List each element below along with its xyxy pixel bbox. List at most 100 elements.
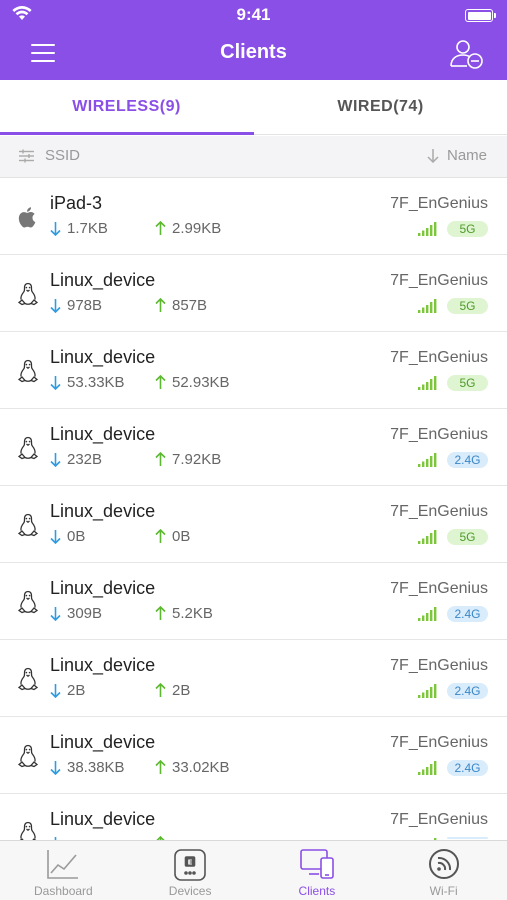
sort-down-arrow-icon	[427, 149, 439, 163]
client-name: Linux_device	[50, 578, 156, 598]
tabbar-label: Clients	[298, 884, 336, 898]
download-amount: 53.33KB	[50, 374, 125, 391]
upload-arrow-icon	[155, 683, 166, 697]
download-arrow-icon	[50, 222, 61, 236]
client-row[interactable]: Linux_device 7F_EnGenius	[0, 794, 507, 840]
client-row[interactable]: iPad-3 1.7KB 2.99KB 7F_EnGenius 5G	[0, 178, 507, 255]
upload-value: 52.93KB	[172, 374, 230, 391]
client-ssid: 7F_EnGenius	[390, 426, 488, 443]
upload-amount: 857B	[155, 297, 207, 314]
client-row[interactable]: Linux_device 38.38KB 33.02KB 7F_EnGenius 2.4…	[0, 717, 507, 794]
client-row[interactable]: Linux_device 53.33KB 52.93KB 7F_EnGenius 5G	[0, 332, 507, 409]
download-amount: 1.7KB	[50, 220, 108, 237]
remove-user-button[interactable]	[449, 38, 485, 70]
client-name: Linux_device	[50, 732, 156, 752]
client-ssid: 7F_EnGenius	[390, 734, 488, 751]
client-row[interactable]: Linux_device 232B 7.92KB 7F_EnGenius 2.4G	[0, 409, 507, 486]
client-ssid: 7F_EnGenius	[390, 580, 488, 597]
tabbar-dashboard[interactable]: Dashboard	[0, 841, 127, 900]
upload-amount: 5.2KB	[155, 605, 213, 622]
sort-left-label: SSID	[45, 147, 81, 164]
tabbar-clients[interactable]: Clients	[254, 841, 381, 900]
band-badge: 5G	[447, 529, 488, 545]
tabbar-label: Dashboard	[34, 884, 93, 898]
download-amount: 232B	[50, 451, 102, 468]
linux-icon	[17, 590, 39, 614]
upload-arrow-icon	[155, 221, 166, 235]
page-title: Clients	[220, 41, 287, 63]
client-row[interactable]: Linux_device 309B 5.2KB 7F_EnGenius 2.4G	[0, 563, 507, 640]
upload-arrow-icon	[155, 375, 166, 389]
tab-wireless[interactable]: WIRELESS(9)	[0, 80, 253, 134]
tabbar-wifi[interactable]: Wi-Fi	[380, 841, 507, 900]
linux-icon	[17, 359, 39, 383]
signal-strength-icon	[418, 376, 437, 390]
upload-value: 0B	[172, 528, 191, 545]
upload-amount: 52.93KB	[155, 374, 230, 391]
ssid-filter-button[interactable]: SSID	[18, 147, 80, 164]
clients-icon	[300, 849, 334, 879]
band-badge: 2.4G	[447, 452, 488, 468]
download-value: 2B	[67, 682, 86, 699]
app-header: 9:41 Clients	[0, 0, 507, 80]
sort-right-label: Name	[446, 147, 487, 164]
client-ssid: 7F_EnGenius	[390, 195, 488, 212]
battery-icon	[465, 9, 496, 22]
download-amount: 38.38KB	[50, 759, 125, 776]
client-row[interactable]: Linux_device 2B 2B 7F_EnGenius 2.4G	[0, 640, 507, 717]
band-badge: 5G	[447, 375, 488, 391]
download-value: 38.38KB	[67, 759, 125, 776]
apple-icon	[18, 207, 36, 228]
upload-amount: 7.92KB	[155, 451, 221, 468]
upload-amount: 33.02KB	[155, 759, 230, 776]
tabbar-label: Wi-Fi	[429, 884, 458, 898]
band-badge: 5G	[447, 221, 488, 237]
upload-amount: 0B	[155, 528, 190, 545]
status-bar: 9:41	[0, 0, 507, 30]
linux-icon	[17, 667, 39, 691]
signal-strength-icon	[418, 530, 437, 544]
tab-wired[interactable]: WIRED(74)	[254, 80, 507, 134]
signal-strength-icon	[418, 607, 437, 621]
download-arrow-icon	[50, 607, 61, 621]
client-row[interactable]: Linux_device 0B 0B 7F_EnGenius 5G	[0, 486, 507, 563]
client-ssid: 7F_EnGenius	[390, 811, 488, 828]
client-name: Linux_device	[50, 270, 156, 290]
download-arrow-icon	[50, 376, 61, 390]
signal-strength-icon	[418, 761, 437, 775]
upload-amount: 2B	[155, 682, 190, 699]
linux-icon	[17, 436, 39, 460]
client-name: Linux_device	[50, 424, 156, 444]
download-amount: 309B	[50, 605, 102, 622]
download-value: 53.33KB	[67, 374, 125, 391]
dashboard-icon	[47, 850, 79, 879]
client-list: iPad-3 1.7KB 2.99KB 7F_EnGenius 5G Linux_devi…	[0, 178, 507, 840]
upload-arrow-icon	[155, 529, 166, 543]
linux-icon	[17, 282, 39, 306]
download-value: 978B	[67, 297, 103, 314]
band-badge: 2.4G	[447, 606, 488, 622]
client-name: iPad-3	[50, 193, 103, 213]
download-arrow-icon	[50, 684, 61, 698]
upload-value: 5.2KB	[172, 605, 213, 622]
client-row[interactable]: Linux_device 978B 857B 7F_EnGenius 5G	[0, 255, 507, 332]
client-ssid: 7F_EnGenius	[390, 349, 488, 366]
client-ssid: 7F_EnGenius	[390, 503, 488, 520]
upload-amount: 2.99KB	[155, 220, 221, 237]
upload-value: 2.99KB	[172, 220, 222, 237]
signal-strength-icon	[418, 453, 437, 467]
upload-value: 33.02KB	[172, 759, 230, 776]
download-amount: 978B	[50, 297, 102, 314]
download-value: 1.7KB	[67, 220, 108, 237]
tabbar-devices[interactable]: E Devices	[127, 841, 254, 900]
nav-bar: Clients	[0, 30, 507, 76]
client-ssid: 7F_EnGenius	[390, 657, 488, 674]
upload-arrow-icon	[155, 452, 166, 466]
client-type-tabs: WIRELESS(9) WIRED(74)	[0, 80, 507, 135]
band-badge	[447, 837, 488, 839]
download-arrow-icon	[50, 530, 61, 544]
upload-arrow-icon	[155, 760, 166, 774]
status-time: 9:41	[236, 5, 271, 24]
sort-by-name-button[interactable]: Name	[427, 147, 487, 164]
tabbar-label: Devices	[168, 884, 212, 898]
